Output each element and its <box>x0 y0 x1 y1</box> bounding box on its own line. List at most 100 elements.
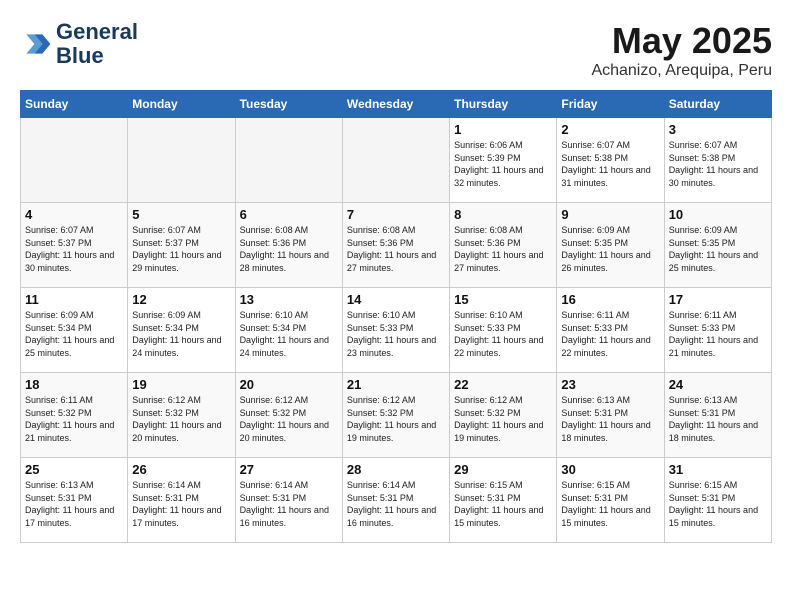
day-info: Sunrise: 6:08 AMSunset: 5:36 PMDaylight:… <box>240 224 338 274</box>
calendar-cell: 7 Sunrise: 6:08 AMSunset: 5:36 PMDaylight… <box>342 203 449 288</box>
day-number: 24 <box>669 377 767 392</box>
logo: General Blue <box>20 20 138 68</box>
calendar-cell: 17 Sunrise: 6:11 AMSunset: 5:33 PMDayligh… <box>664 288 771 373</box>
day-info: Sunrise: 6:12 AMSunset: 5:32 PMDaylight:… <box>347 394 445 444</box>
day-number: 10 <box>669 207 767 222</box>
day-header-saturday: Saturday <box>664 91 771 118</box>
day-number: 6 <box>240 207 338 222</box>
calendar-cell: 20 Sunrise: 6:12 AMSunset: 5:32 PMDayligh… <box>235 373 342 458</box>
day-number: 21 <box>347 377 445 392</box>
day-info: Sunrise: 6:06 AMSunset: 5:39 PMDaylight:… <box>454 139 552 189</box>
day-header-friday: Friday <box>557 91 664 118</box>
calendar-cell: 10 Sunrise: 6:09 AMSunset: 5:35 PMDayligh… <box>664 203 771 288</box>
calendar-cell: 5Sunrise: 6:07 AMSunset: 5:37 PMDaylight… <box>128 203 235 288</box>
calendar-cell: 31 Sunrise: 6:15 AMSunset: 5:31 PMDayligh… <box>664 458 771 543</box>
calendar-cell: 21 Sunrise: 6:12 AMSunset: 5:32 PMDayligh… <box>342 373 449 458</box>
day-number: 22 <box>454 377 552 392</box>
calendar-cell <box>235 118 342 203</box>
day-info: Sunrise: 6:14 AMSunset: 5:31 PMDaylight:… <box>240 479 338 529</box>
calendar-cell: 11 Sunrise: 6:09 AMSunset: 5:34 PMDayligh… <box>21 288 128 373</box>
day-info: Sunrise: 6:13 AMSunset: 5:31 PMDaylight:… <box>25 479 123 529</box>
day-number: 7 <box>347 207 445 222</box>
day-info: Sunrise: 6:09 AMSunset: 5:35 PMDaylight:… <box>669 224 767 274</box>
day-number: 16 <box>561 292 659 307</box>
calendar-cell: 12Sunrise: 6:09 AMSunset: 5:34 PMDayligh… <box>128 288 235 373</box>
day-number: 19 <box>132 377 230 392</box>
day-info: Sunrise: 6:14 AMSunset: 5:31 PMDaylight:… <box>132 479 230 529</box>
day-info: Sunrise: 6:08 AMSunset: 5:36 PMDaylight:… <box>454 224 552 274</box>
day-number: 29 <box>454 462 552 477</box>
calendar-cell: 30 Sunrise: 6:15 AMSunset: 5:31 PMDayligh… <box>557 458 664 543</box>
day-info: Sunrise: 6:15 AMSunset: 5:31 PMDaylight:… <box>454 479 552 529</box>
day-number: 15 <box>454 292 552 307</box>
day-number: 13 <box>240 292 338 307</box>
day-number: 11 <box>25 292 123 307</box>
day-info: Sunrise: 6:15 AMSunset: 5:31 PMDaylight:… <box>669 479 767 529</box>
calendar-cell <box>128 118 235 203</box>
calendar-header-row: SundayMondayTuesdayWednesdayThursdayFrid… <box>21 91 772 118</box>
day-header-sunday: Sunday <box>21 91 128 118</box>
month-year: May 2025 <box>591 20 772 62</box>
day-info: Sunrise: 6:12 AMSunset: 5:32 PMDaylight:… <box>240 394 338 444</box>
location: Achanizo, Arequipa, Peru <box>591 62 772 80</box>
day-header-thursday: Thursday <box>450 91 557 118</box>
day-info: Sunrise: 6:09 AMSunset: 5:35 PMDaylight:… <box>561 224 659 274</box>
calendar-cell: 18Sunrise: 6:11 AMSunset: 5:32 PMDayligh… <box>21 373 128 458</box>
day-info: Sunrise: 6:15 AMSunset: 5:31 PMDaylight:… <box>561 479 659 529</box>
calendar-cell <box>21 118 128 203</box>
day-info: Sunrise: 6:13 AMSunset: 5:31 PMDaylight:… <box>561 394 659 444</box>
day-number: 14 <box>347 292 445 307</box>
day-number: 27 <box>240 462 338 477</box>
day-number: 30 <box>561 462 659 477</box>
logo-icon <box>20 28 52 60</box>
day-info: Sunrise: 6:10 AMSunset: 5:33 PMDaylight:… <box>347 309 445 359</box>
calendar-cell: 2Sunrise: 6:07 AMSunset: 5:38 PMDaylight… <box>557 118 664 203</box>
day-number: 5 <box>132 207 230 222</box>
calendar-week-2: 4 Sunrise: 6:07 AMSunset: 5:37 PMDaylight… <box>21 203 772 288</box>
calendar-cell: 13 Sunrise: 6:10 AMSunset: 5:34 PMDayligh… <box>235 288 342 373</box>
day-number: 26 <box>132 462 230 477</box>
day-number: 1 <box>454 122 552 137</box>
day-number: 17 <box>669 292 767 307</box>
day-header-tuesday: Tuesday <box>235 91 342 118</box>
logo-text: General Blue <box>56 20 138 68</box>
calendar-cell: 25 Sunrise: 6:13 AMSunset: 5:31 PMDayligh… <box>21 458 128 543</box>
calendar-table: SundayMondayTuesdayWednesdayThursdayFrid… <box>20 90 772 543</box>
calendar-cell: 27 Sunrise: 6:14 AMSunset: 5:31 PMDayligh… <box>235 458 342 543</box>
day-info: Sunrise: 6:07 AMSunset: 5:37 PMDaylight:… <box>25 224 123 274</box>
day-info: Sunrise: 6:12 AMSunset: 5:32 PMDaylight:… <box>132 394 230 444</box>
calendar-cell: 24 Sunrise: 6:13 AMSunset: 5:31 PMDayligh… <box>664 373 771 458</box>
day-number: 4 <box>25 207 123 222</box>
day-info: Sunrise: 6:10 AMSunset: 5:34 PMDaylight:… <box>240 309 338 359</box>
day-info: Sunrise: 6:11 AMSunset: 5:33 PMDaylight:… <box>561 309 659 359</box>
calendar-cell: 6 Sunrise: 6:08 AMSunset: 5:36 PMDaylight… <box>235 203 342 288</box>
day-number: 3 <box>669 122 767 137</box>
day-info: Sunrise: 6:11 AMSunset: 5:32 PMDaylight:… <box>25 394 123 444</box>
day-info: Sunrise: 6:12 AMSunset: 5:32 PMDaylight:… <box>454 394 552 444</box>
calendar-cell <box>342 118 449 203</box>
calendar-cell: 9Sunrise: 6:09 AMSunset: 5:35 PMDaylight… <box>557 203 664 288</box>
calendar-week-4: 18Sunrise: 6:11 AMSunset: 5:32 PMDayligh… <box>21 373 772 458</box>
day-info: Sunrise: 6:10 AMSunset: 5:33 PMDaylight:… <box>454 309 552 359</box>
day-info: Sunrise: 6:09 AMSunset: 5:34 PMDaylight:… <box>25 309 123 359</box>
calendar-cell: 4 Sunrise: 6:07 AMSunset: 5:37 PMDaylight… <box>21 203 128 288</box>
day-info: Sunrise: 6:07 AMSunset: 5:38 PMDaylight:… <box>561 139 659 189</box>
calendar-cell: 3Sunrise: 6:07 AMSunset: 5:38 PMDaylight… <box>664 118 771 203</box>
calendar-cell: 22 Sunrise: 6:12 AMSunset: 5:32 PMDayligh… <box>450 373 557 458</box>
day-info: Sunrise: 6:09 AMSunset: 5:34 PMDaylight:… <box>132 309 230 359</box>
day-info: Sunrise: 6:08 AMSunset: 5:36 PMDaylight:… <box>347 224 445 274</box>
day-info: Sunrise: 6:13 AMSunset: 5:31 PMDaylight:… <box>669 394 767 444</box>
day-number: 25 <box>25 462 123 477</box>
day-number: 31 <box>669 462 767 477</box>
day-number: 20 <box>240 377 338 392</box>
day-info: Sunrise: 6:11 AMSunset: 5:33 PMDaylight:… <box>669 309 767 359</box>
title-block: May 2025 Achanizo, Arequipa, Peru <box>591 20 772 80</box>
day-header-monday: Monday <box>128 91 235 118</box>
calendar-cell: 19 Sunrise: 6:12 AMSunset: 5:32 PMDayligh… <box>128 373 235 458</box>
day-number: 23 <box>561 377 659 392</box>
calendar-week-3: 11 Sunrise: 6:09 AMSunset: 5:34 PMDayligh… <box>21 288 772 373</box>
calendar-cell: 15 Sunrise: 6:10 AMSunset: 5:33 PMDayligh… <box>450 288 557 373</box>
day-number: 8 <box>454 207 552 222</box>
calendar-cell: 28Sunrise: 6:14 AMSunset: 5:31 PMDayligh… <box>342 458 449 543</box>
calendar-week-5: 25 Sunrise: 6:13 AMSunset: 5:31 PMDayligh… <box>21 458 772 543</box>
